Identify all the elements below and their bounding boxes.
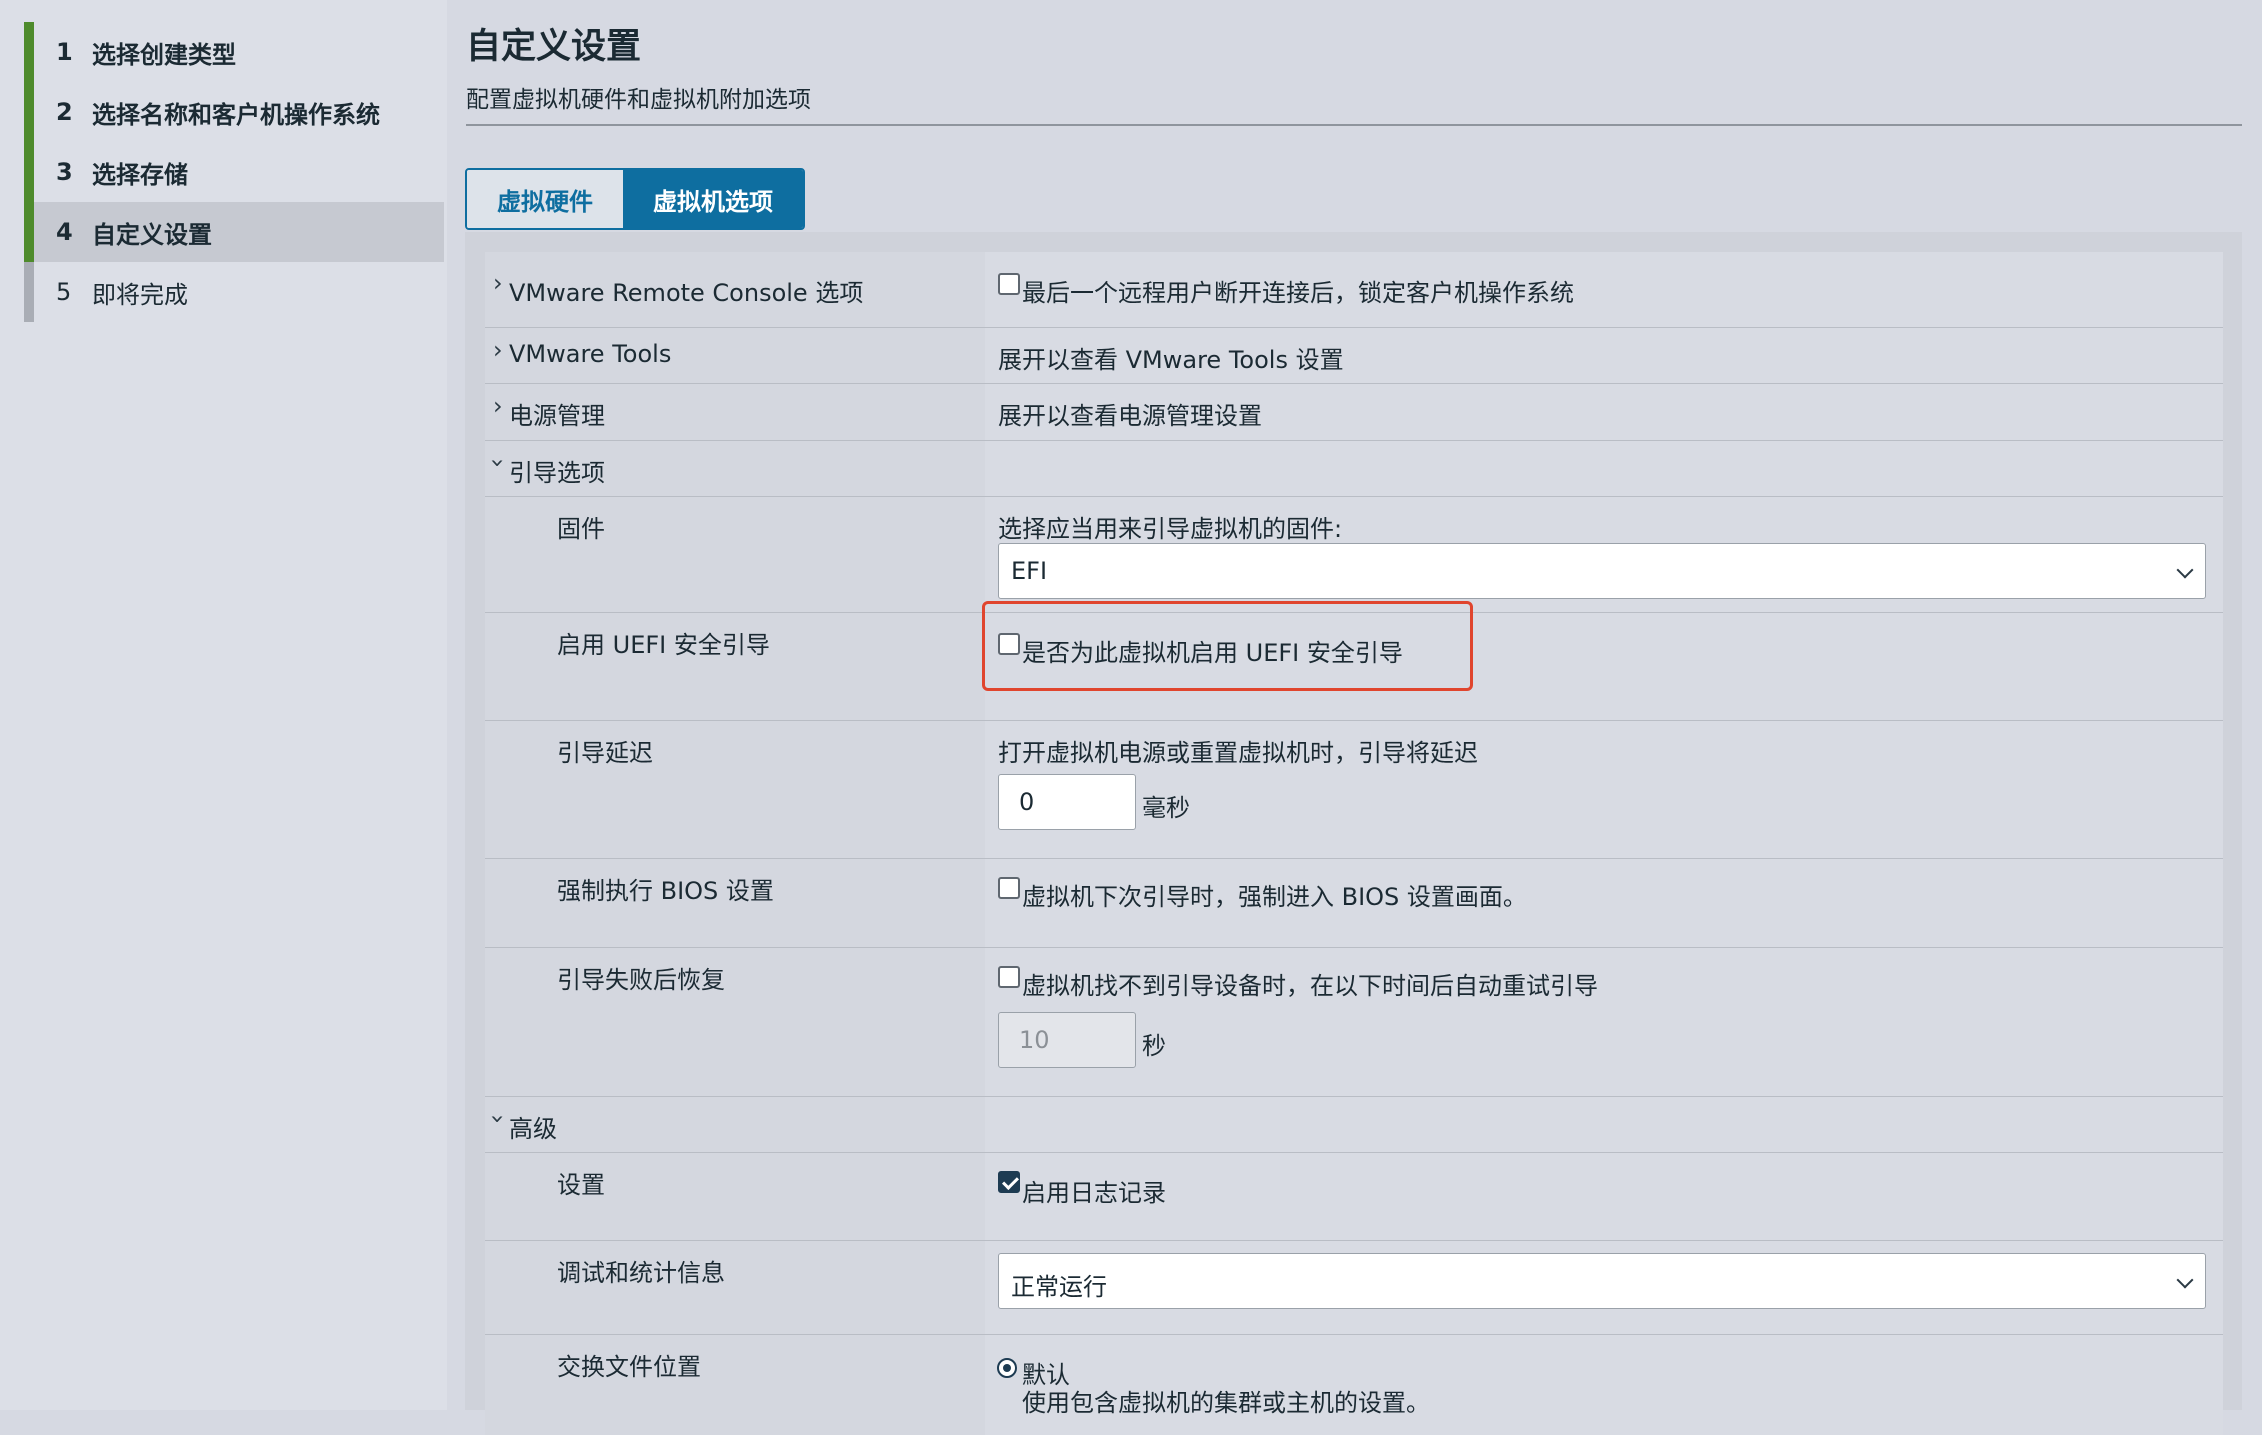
chevron-right-icon[interactable]: › [493, 269, 503, 297]
row-label[interactable]: 高级 [509, 1109, 557, 1144]
unit-label: 毫秒 [1142, 794, 1190, 822]
chevron-down-icon[interactable]: › [484, 1114, 512, 1124]
step-number: 5 [56, 278, 72, 306]
row-boot-options: › 引导选项 [484, 441, 2223, 497]
row-label: 引导失败后恢复 [557, 966, 725, 994]
chevron-down-icon [2176, 561, 2194, 579]
row-label[interactable]: VMware Tools [509, 340, 671, 368]
row-value: 展开以查看电源管理设置 [998, 402, 1262, 430]
wizard-step-4-current[interactable]: 4 自定义设置 [24, 202, 444, 262]
step-complete-bar [24, 82, 34, 142]
row-label[interactable]: VMware Remote Console 选项 [509, 273, 863, 308]
boot-delay-hint: 打开虚拟机电源或重置虚拟机时，引导将延迟 [998, 739, 1478, 767]
options-grid: › VMware Remote Console 选项 最后一个远程用户断开连接后… [484, 252, 2223, 1435]
wizard-steps: 1 选择创建类型 2 选择名称和客户机操作系统 3 选择存储 4 自定义设置 5… [24, 22, 444, 322]
row-firmware: 固件 选择应当用来引导虚拟机的固件: EFI [485, 497, 2223, 613]
row-label: 启用 UEFI 安全引导 [557, 631, 770, 659]
row-label: 强制执行 BIOS 设置 [557, 877, 774, 905]
tab-bar: 虚拟硬件 虚拟机选项 [465, 168, 805, 230]
main-content: 自定义设置 配置虚拟机硬件和虚拟机附加选项 虚拟硬件 虚拟机选项 › VMwar… [447, 0, 2262, 1435]
checkbox-label: 虚拟机找不到引导设备时，在以下时间后自动重试引导 [1022, 972, 1598, 1000]
page-subtitle: 配置虚拟机硬件和虚拟机附加选项 [466, 87, 811, 113]
step-pending-bar [24, 262, 34, 322]
row-label[interactable]: 引导选项 [509, 453, 605, 488]
row-advanced: › 高级 [484, 1097, 2223, 1153]
input-value: 0 [1019, 788, 1035, 816]
row-settings: 设置 启用日志记录 [485, 1153, 2223, 1241]
row-label: 设置 [557, 1171, 605, 1199]
title-divider [466, 124, 2242, 126]
step-complete-bar [24, 142, 34, 202]
row-label[interactable]: 电源管理 [509, 396, 605, 431]
row-value: 展开以查看 VMware Tools 设置 [998, 346, 1344, 374]
step-complete-bar [24, 22, 34, 82]
unit-label: 秒 [1142, 1032, 1166, 1060]
checkbox-label: 虚拟机下次引导时，强制进入 BIOS 设置画面。 [1022, 883, 1527, 911]
select-value: 正常运行 [1011, 1273, 1107, 1301]
step-label: 选择创建类型 [92, 40, 236, 69]
step-label: 即将完成 [92, 280, 188, 309]
step-label: 选择名称和客户机操作系统 [92, 100, 380, 129]
row-vmware-tools: › VMware Tools 展开以查看 VMware Tools 设置 [485, 328, 2223, 384]
failed-recovery-checkbox[interactable] [998, 966, 1020, 988]
step-number: 2 [56, 98, 73, 126]
secure-boot-highlight [982, 601, 1473, 691]
row-remote-console: › VMware Remote Console 选项 最后一个远程用户断开连接后… [485, 252, 2223, 328]
retry-delay-input[interactable]: 10 [998, 1012, 1136, 1068]
debug-stats-select[interactable]: 正常运行 [998, 1253, 2206, 1309]
wizard-step-2[interactable]: 2 选择名称和客户机操作系统 [24, 82, 444, 142]
step-label: 自定义设置 [92, 220, 212, 249]
chevron-right-icon[interactable]: › [493, 392, 503, 420]
step-number: 1 [56, 38, 73, 66]
step-number: 4 [56, 218, 73, 246]
firmware-select[interactable]: EFI [998, 543, 2206, 599]
row-label: 交换文件位置 [557, 1353, 701, 1381]
row-power-management: › 电源管理 展开以查看电源管理设置 [485, 384, 2223, 441]
select-value: EFI [1011, 557, 1048, 585]
row-swap-file-location: 交换文件位置 默认 使用包含虚拟机的集群或主机的设置。 [485, 1335, 2223, 1435]
vm-options-panel: › VMware Remote Console 选项 最后一个远程用户断开连接后… [465, 232, 2242, 1435]
checkbox-label: 最后一个远程用户断开连接后，锁定客户机操作系统 [1022, 279, 1574, 307]
row-debug-stats: 调试和统计信息 正常运行 [485, 1241, 2223, 1335]
chevron-down-icon [2176, 1271, 2194, 1289]
radio-description: 使用包含虚拟机的集群或主机的设置。 [1022, 1389, 1430, 1417]
step-complete-bar [24, 202, 34, 262]
enable-logging-checkbox[interactable] [998, 1171, 1020, 1193]
chevron-right-icon[interactable]: › [493, 336, 503, 364]
chevron-down-icon[interactable]: › [484, 458, 512, 468]
row-label: 引导延迟 [557, 739, 653, 767]
firmware-hint: 选择应当用来引导虚拟机的固件: [998, 515, 1343, 543]
swap-default-radio[interactable] [997, 1358, 1017, 1378]
wizard-step-3[interactable]: 3 选择存储 [24, 142, 444, 202]
page-title: 自定义设置 [466, 27, 642, 67]
row-label: 调试和统计信息 [557, 1259, 725, 1287]
row-boot-delay: 引导延迟 打开虚拟机电源或重置虚拟机时，引导将延迟 0 毫秒 [485, 721, 2223, 859]
tab-virtual-hardware[interactable]: 虚拟硬件 [467, 170, 623, 228]
row-force-bios: 强制执行 BIOS 设置 虚拟机下次引导时，强制进入 BIOS 设置画面。 [485, 859, 2223, 948]
boot-delay-input[interactable]: 0 [998, 774, 1136, 830]
force-bios-checkbox[interactable] [998, 877, 1020, 899]
input-value: 10 [1019, 1026, 1050, 1054]
wizard-step-5[interactable]: 5 即将完成 [24, 262, 444, 322]
wizard-step-1[interactable]: 1 选择创建类型 [24, 22, 444, 82]
row-label: 固件 [557, 515, 605, 543]
lock-guest-checkbox[interactable] [998, 273, 1020, 295]
wizard-sidebar: 1 选择创建类型 2 选择名称和客户机操作系统 3 选择存储 4 自定义设置 5… [0, 0, 447, 1410]
step-number: 3 [56, 158, 73, 186]
tab-vm-options[interactable]: 虚拟机选项 [623, 170, 803, 228]
checkbox-label: 启用日志记录 [1022, 1179, 1166, 1207]
row-failed-boot-recovery: 引导失败后恢复 虚拟机找不到引导设备时，在以下时间后自动重试引导 10 秒 [485, 948, 2223, 1097]
step-label: 选择存储 [92, 160, 188, 189]
